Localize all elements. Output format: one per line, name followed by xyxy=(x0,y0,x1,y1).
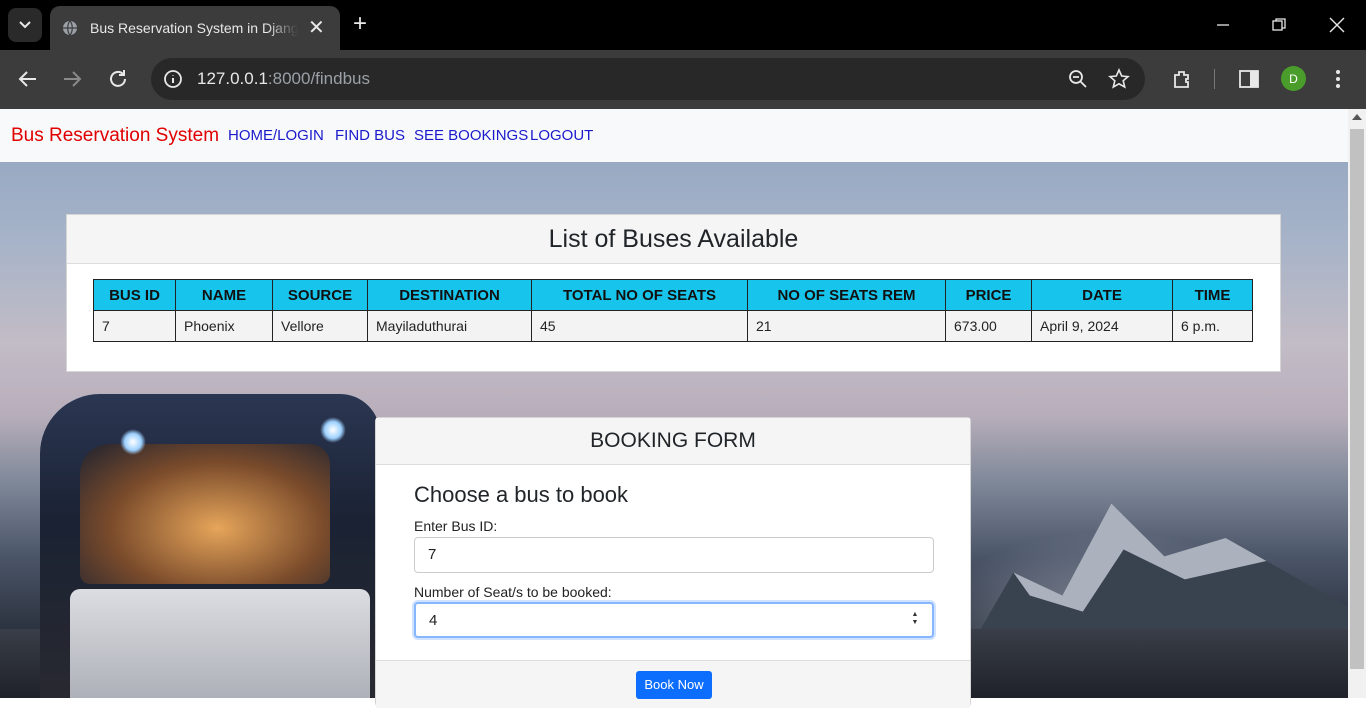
bus-table: BUS ID NAME SOURCE DESTINATION TOTAL NO … xyxy=(93,279,1253,342)
bus-headlight xyxy=(120,429,146,455)
number-spinner-icon[interactable]: ▲ ▼ xyxy=(910,611,920,629)
bus-list-card: List of Buses Available BUS ID NAME SOUR… xyxy=(66,214,1281,372)
nav-home-login[interactable]: HOME/LOGIN xyxy=(228,127,324,144)
bus-list-title: List of Buses Available xyxy=(67,215,1280,264)
profile-avatar[interactable]: D xyxy=(1281,66,1306,91)
seats-label: Number of Seat/s to be booked: xyxy=(414,584,612,600)
globe-icon xyxy=(63,20,77,36)
cell-date: April 9, 2024 xyxy=(1031,310,1173,342)
booking-form-title: BOOKING FORM xyxy=(376,418,970,465)
tab-search-button[interactable] xyxy=(8,8,42,42)
col-bus-id: BUS ID xyxy=(93,279,176,311)
booking-form-card: BOOKING FORM Choose a bus to book Enter … xyxy=(375,417,971,708)
zoom-icon[interactable] xyxy=(1067,68,1089,90)
bus-headlight xyxy=(320,417,346,443)
url-text: 127.0.0.1:8000/findbus xyxy=(197,69,370,89)
seats-input[interactable]: 4 ▲ ▼ xyxy=(414,602,934,638)
col-price: PRICE xyxy=(945,279,1032,311)
chevron-down-icon xyxy=(19,21,31,29)
cell-total-seats: 45 xyxy=(531,310,748,342)
browser-tab-strip: Bus Reservation System in Django ✕ + xyxy=(0,0,1366,50)
bus-id-input[interactable]: 7 xyxy=(414,537,934,573)
url-path: :8000/findbus xyxy=(267,69,370,88)
col-seats-remaining: NO OF SEATS REM xyxy=(747,279,946,311)
page-scrollbar[interactable] xyxy=(1348,109,1366,698)
tab-title: Bus Reservation System in Django xyxy=(90,20,298,36)
close-tab-icon[interactable]: ✕ xyxy=(308,18,325,38)
browser-toolbar: 127.0.0.1:8000/findbus D xyxy=(0,50,1366,109)
table-header-row: BUS ID NAME SOURCE DESTINATION TOTAL NO … xyxy=(93,279,1253,311)
col-source: SOURCE xyxy=(272,279,368,311)
back-arrow-icon[interactable] xyxy=(17,68,39,90)
seats-input-value: 4 xyxy=(429,612,438,629)
col-total-seats: TOTAL NO OF SEATS xyxy=(531,279,748,311)
url-host: 127.0.0.1 xyxy=(197,69,268,88)
nav-find-bus[interactable]: FIND BUS xyxy=(335,127,405,144)
bus-windshield xyxy=(80,444,330,584)
brand-link[interactable]: Bus Reservation System xyxy=(11,125,219,147)
site-info-icon[interactable] xyxy=(162,68,184,90)
nav-logout[interactable]: LOGOUT xyxy=(530,127,593,144)
cell-name: Phoenix xyxy=(175,310,273,342)
address-bar[interactable]: 127.0.0.1:8000/findbus xyxy=(151,58,1145,100)
booking-form-footer: Book Now xyxy=(376,660,970,708)
cell-destination: Mayiladuthurai xyxy=(367,310,532,342)
col-destination: DESTINATION xyxy=(367,279,532,311)
cell-source: Vellore xyxy=(272,310,368,342)
side-panel-icon[interactable] xyxy=(1238,68,1260,90)
cell-time: 6 p.m. xyxy=(1172,310,1253,342)
forward-arrow-icon[interactable] xyxy=(61,68,83,90)
col-time: TIME xyxy=(1172,279,1253,311)
browser-tab[interactable]: Bus Reservation System in Django ✕ xyxy=(50,6,340,50)
toolbar-divider xyxy=(1214,69,1215,89)
col-date: DATE xyxy=(1031,279,1173,311)
more-menu-icon[interactable] xyxy=(1334,68,1342,90)
restore-icon[interactable] xyxy=(1272,18,1286,32)
minimize-icon[interactable] xyxy=(1216,17,1230,31)
cell-bus-id: 7 xyxy=(93,310,176,342)
col-name: NAME xyxy=(175,279,273,311)
scroll-up-arrow-icon[interactable] xyxy=(1352,114,1362,120)
cell-price: 673.00 xyxy=(945,310,1032,342)
table-row: 7 Phoenix Vellore Mayiladuthurai 45 21 6… xyxy=(93,310,1253,342)
cell-seats-remaining: 21 xyxy=(747,310,946,342)
bookmark-star-icon[interactable] xyxy=(1108,68,1130,90)
extensions-icon[interactable] xyxy=(1171,68,1193,90)
site-navbar: Bus Reservation System HOME/LOGIN FIND B… xyxy=(0,109,1348,162)
bus-id-label: Enter Bus ID: xyxy=(414,518,498,534)
new-tab-button[interactable]: + xyxy=(353,12,367,36)
reload-icon[interactable] xyxy=(107,68,129,90)
scroll-thumb[interactable] xyxy=(1350,129,1364,669)
book-now-button[interactable]: Book Now xyxy=(636,671,712,699)
close-window-icon[interactable] xyxy=(1329,17,1345,33)
bus-front xyxy=(70,589,370,698)
nav-see-bookings[interactable]: SEE BOOKINGS xyxy=(414,127,528,144)
booking-heading: Choose a bus to book xyxy=(414,482,629,507)
